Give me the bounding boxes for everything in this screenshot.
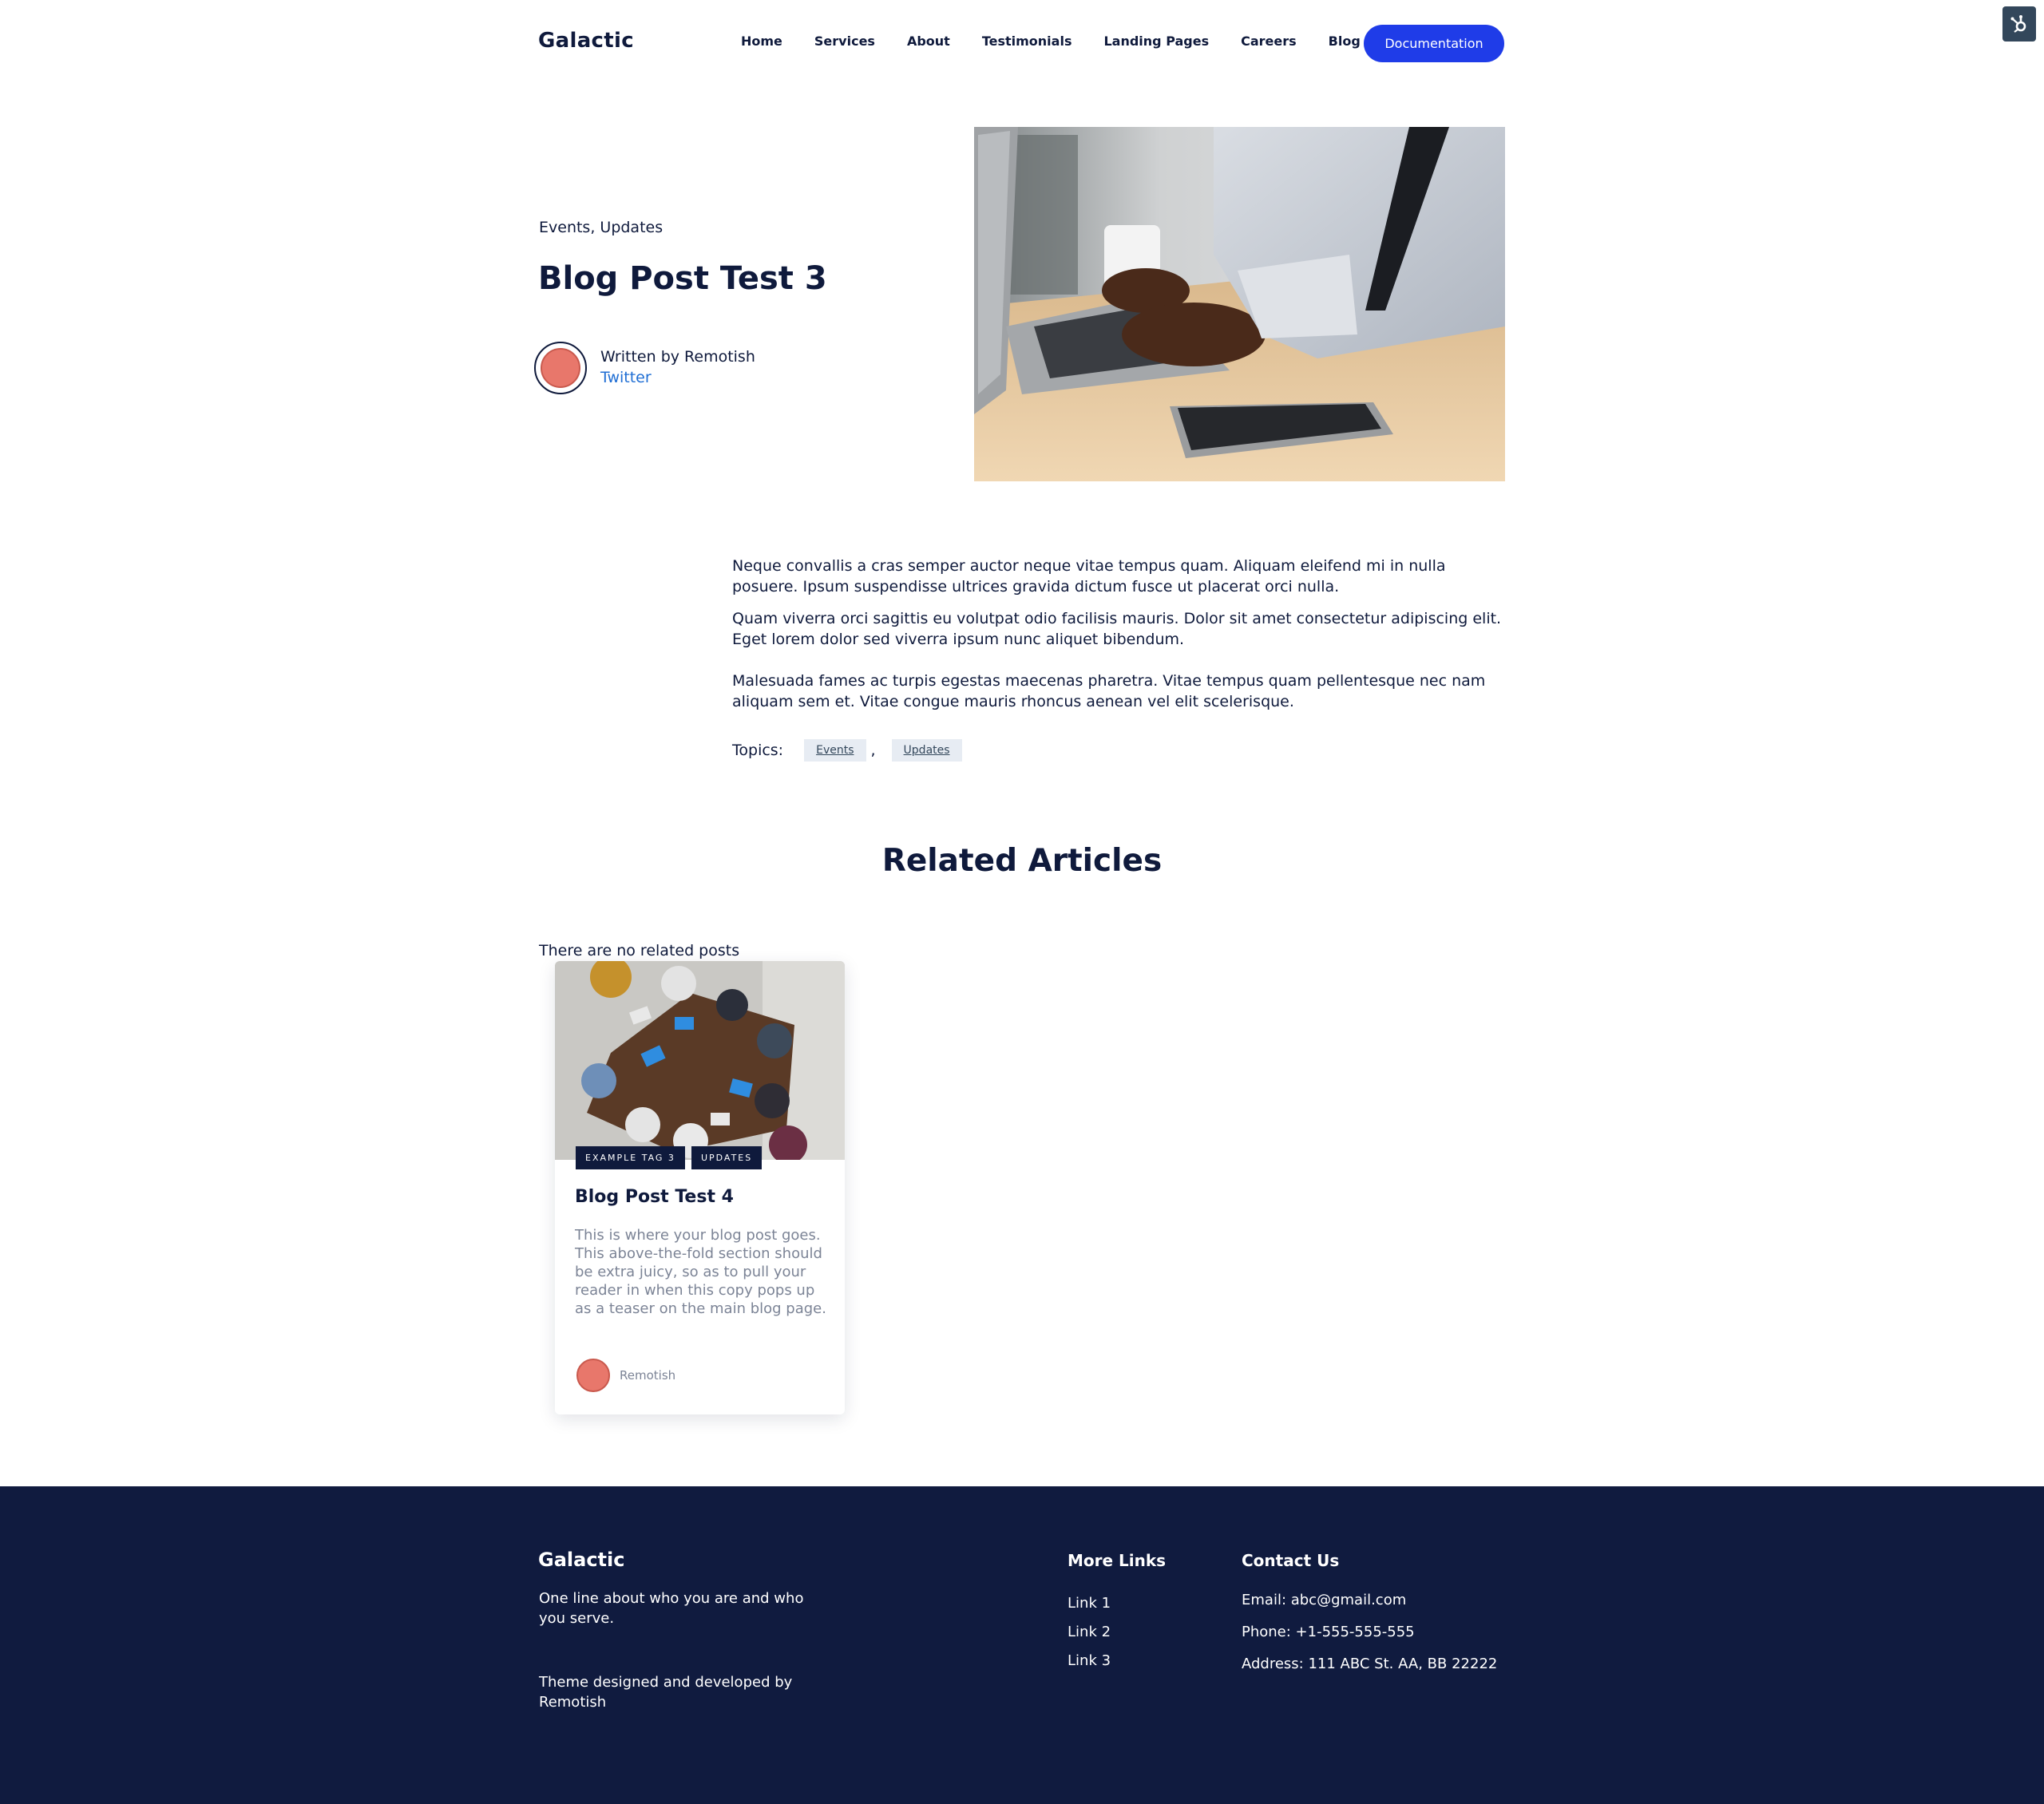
related-post-excerpt: This is where your blog post goes. This … [575, 1227, 826, 1317]
main-nav: Home Services About Testimonials Landing… [741, 34, 1392, 49]
card-author-name: Remotish [620, 1368, 676, 1383]
related-post-card[interactable]: EXAMPLE TAG 3 UPDATES Blog Post Test 4 T… [555, 961, 845, 1414]
footer-link-3[interactable]: Link 3 [1068, 1652, 1111, 1669]
related-post-tags: EXAMPLE TAG 3 UPDATES [576, 1146, 763, 1169]
footer-link-1[interactable]: Link 1 [1068, 1595, 1111, 1612]
topics-separator: , [870, 742, 876, 759]
footer-address: Address: 111 ABC St. AA, BB 22222 [1242, 1656, 1498, 1672]
author-twitter-link[interactable]: Twitter [600, 369, 652, 386]
footer-contact-heading: Contact Us [1242, 1551, 1340, 1570]
card-author-avatar [576, 1359, 610, 1392]
author-byline: Written by Remotish [600, 348, 755, 366]
footer-phone: Phone: +1-555-555-555 [1242, 1624, 1415, 1640]
footer-about: One line about who you are and who you s… [539, 1590, 804, 1627]
footer-contact: Email: abc@gmail.com Phone: +1-555-555-5… [1242, 1592, 1497, 1687]
no-related-message: There are no related posts [539, 942, 740, 959]
related-post-title[interactable]: Blog Post Test 4 [575, 1187, 734, 1207]
footer-link-2[interactable]: Link 2 [1068, 1624, 1111, 1640]
topics-label: Topics: [732, 742, 784, 759]
post-paragraph: Neque convallis a cras semper auctor neq… [732, 557, 1446, 595]
site-logo[interactable]: Galactic [538, 29, 634, 53]
footer-more-links-heading: More Links [1068, 1551, 1167, 1570]
topic-tag-updates[interactable]: Updates [891, 739, 962, 762]
site-footer: Galactic One line about who you are and … [0, 1486, 2044, 1804]
footer-links: Link 1 Link 2 Link 3 [1068, 1595, 1111, 1681]
nav-home[interactable]: Home [741, 34, 782, 49]
post-categories[interactable]: Events, Updates [539, 219, 663, 236]
post-paragraph: Quam viverra orci sagittis eu volutpat o… [732, 610, 1502, 648]
card-tag[interactable]: UPDATES [691, 1146, 763, 1169]
post-paragraph: Malesuada fames ac turpis egestas maecen… [732, 672, 1486, 710]
nav-services[interactable]: Services [814, 34, 875, 49]
nav-careers[interactable]: Careers [1241, 34, 1297, 49]
documentation-button[interactable]: Documentation [1364, 25, 1504, 62]
related-articles-heading: Related Articles [881, 843, 1163, 879]
post-body: Neque convallis a cras semper auctor neq… [732, 556, 1507, 723]
nav-landing-pages[interactable]: Landing Pages [1103, 34, 1209, 49]
footer-logo[interactable]: Galactic [538, 1549, 624, 1571]
featured-image [974, 127, 1505, 481]
related-post-image[interactable] [555, 961, 845, 1160]
footer-email: Email: abc@gmail.com [1242, 1592, 1407, 1608]
topic-tag-events[interactable]: Events [804, 739, 866, 762]
author-avatar [534, 342, 587, 394]
nav-about[interactable]: About [907, 34, 950, 49]
post-title: Blog Post Test 3 [538, 260, 827, 297]
nav-testimonials[interactable]: Testimonials [982, 34, 1072, 49]
nav-blog[interactable]: Blog [1329, 34, 1361, 49]
footer-credit: Theme designed and developed by Remotish [539, 1674, 793, 1711]
hubspot-sprocket-icon[interactable] [2002, 6, 2036, 42]
post-topics: Topics: Events , Updates [732, 739, 962, 762]
card-tag[interactable]: EXAMPLE TAG 3 [576, 1146, 685, 1169]
